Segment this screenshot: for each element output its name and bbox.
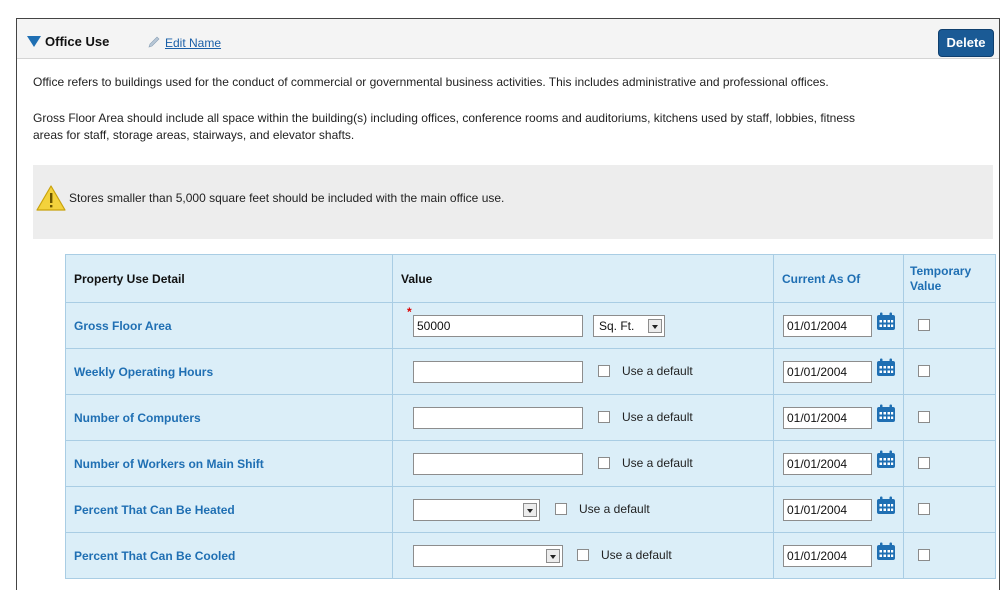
- number-of-computers-input[interactable]: [413, 407, 583, 429]
- header-current-as-of[interactable]: Current As Of: [773, 254, 904, 303]
- table-header-row: Property Use Detail Value Current As Of …: [65, 254, 996, 303]
- delete-button[interactable]: Delete: [938, 29, 994, 57]
- temporary-cell: [903, 302, 996, 349]
- gross-floor-area-input[interactable]: 50000: [413, 315, 583, 337]
- temporary-cell: [903, 532, 996, 579]
- use-default-checkbox[interactable]: [598, 365, 610, 377]
- use-default-label: Use a default: [622, 456, 693, 470]
- use-default-checkbox[interactable]: [577, 549, 589, 561]
- chevron-down-icon[interactable]: [648, 319, 662, 333]
- warning-icon: [36, 185, 66, 211]
- calendar-icon[interactable]: [876, 312, 896, 331]
- property-use-table: Property Use Detail Value Current As Of …: [65, 254, 996, 579]
- use-default-label: Use a default: [622, 410, 693, 424]
- chevron-down-icon[interactable]: [546, 549, 560, 563]
- temporary-value-checkbox[interactable]: [918, 503, 930, 515]
- header-temporary-value[interactable]: Temporary Value: [903, 254, 996, 303]
- table-row: Gross Floor Area * 50000 Sq. Ft. 01/01/2…: [65, 302, 996, 349]
- office-use-panel: Office Use Edit Name Delete Office refer…: [16, 18, 1000, 590]
- temporary-value-checkbox[interactable]: [918, 457, 930, 469]
- row-label-weekly-operating-hours[interactable]: Weekly Operating Hours: [65, 348, 393, 395]
- date-cell: 01/01/2004: [773, 440, 904, 487]
- row-label-number-of-workers[interactable]: Number of Workers on Main Shift: [65, 440, 393, 487]
- temporary-cell: [903, 486, 996, 533]
- chevron-down-icon[interactable]: [523, 503, 537, 517]
- calendar-icon[interactable]: [876, 496, 896, 515]
- use-default-checkbox[interactable]: [555, 503, 567, 515]
- percent-cooled-select[interactable]: [413, 545, 563, 567]
- date-cell: 01/01/2004: [773, 532, 904, 579]
- row-label-gross-floor-area[interactable]: Gross Floor Area: [65, 302, 393, 349]
- unit-select[interactable]: Sq. Ft.: [593, 315, 665, 337]
- date-input[interactable]: 01/01/2004: [783, 361, 872, 383]
- value-cell: Use a default: [392, 394, 774, 441]
- panel-header: Office Use Edit Name Delete: [17, 19, 999, 59]
- calendar-icon[interactable]: [876, 450, 896, 469]
- date-cell: 01/01/2004: [773, 302, 904, 349]
- table-row: Number of Computers Use a default 01/01/…: [65, 394, 996, 441]
- table-row: Percent That Can Be Cooled Use a default…: [65, 532, 996, 579]
- temporary-value-checkbox[interactable]: [918, 319, 930, 331]
- calendar-icon[interactable]: [876, 358, 896, 377]
- temporary-cell: [903, 440, 996, 487]
- table-row: Percent That Can Be Heated Use a default…: [65, 486, 996, 533]
- date-input[interactable]: 01/01/2004: [783, 315, 872, 337]
- unit-select-value: Sq. Ft.: [599, 319, 635, 333]
- edit-name-link[interactable]: Edit Name: [165, 36, 221, 50]
- number-of-workers-input[interactable]: [413, 453, 583, 475]
- date-cell: 01/01/2004: [773, 348, 904, 395]
- value-cell: Use a default: [392, 348, 774, 395]
- value-cell: * 50000 Sq. Ft.: [392, 302, 774, 349]
- use-default-label: Use a default: [601, 548, 672, 562]
- row-label-number-of-computers[interactable]: Number of Computers: [65, 394, 393, 441]
- collapse-triangle-icon[interactable]: [27, 36, 41, 47]
- value-cell: Use a default: [392, 532, 774, 579]
- percent-heated-select[interactable]: [413, 499, 540, 521]
- required-marker: *: [407, 305, 412, 319]
- use-default-checkbox[interactable]: [598, 457, 610, 469]
- panel-title: Office Use: [45, 34, 110, 49]
- table-row: Weekly Operating Hours Use a default 01/…: [65, 348, 996, 395]
- date-cell: 01/01/2004: [773, 486, 904, 533]
- value-cell: Use a default: [392, 440, 774, 487]
- table-row: Number of Workers on Main Shift Use a de…: [65, 440, 996, 487]
- date-input[interactable]: 01/01/2004: [783, 453, 872, 475]
- pencil-icon: [148, 36, 160, 48]
- date-input[interactable]: 01/01/2004: [783, 499, 872, 521]
- row-label-percent-cooled[interactable]: Percent That Can Be Cooled: [65, 532, 393, 579]
- weekly-operating-hours-input[interactable]: [413, 361, 583, 383]
- header-detail: Property Use Detail: [65, 254, 393, 303]
- description-gfa-line2: areas for staff, storage areas, stairway…: [33, 128, 355, 142]
- calendar-icon[interactable]: [876, 404, 896, 423]
- header-value: Value: [392, 254, 774, 303]
- calendar-icon[interactable]: [876, 542, 896, 561]
- row-label-percent-heated[interactable]: Percent That Can Be Heated: [65, 486, 393, 533]
- date-input[interactable]: 01/01/2004: [783, 545, 872, 567]
- temporary-value-checkbox[interactable]: [918, 549, 930, 561]
- temporary-cell: [903, 348, 996, 395]
- value-cell: Use a default: [392, 486, 774, 533]
- warning-text: Stores smaller than 5,000 square feet sh…: [69, 191, 505, 205]
- date-cell: 01/01/2004: [773, 394, 904, 441]
- description-office: Office refers to buildings used for the …: [33, 75, 829, 89]
- use-default-label: Use a default: [622, 364, 693, 378]
- temporary-value-checkbox[interactable]: [918, 411, 930, 423]
- header-temporary-line1: Temporary: [910, 263, 972, 278]
- temporary-value-checkbox[interactable]: [918, 365, 930, 377]
- temporary-cell: [903, 394, 996, 441]
- use-default-checkbox[interactable]: [598, 411, 610, 423]
- header-temporary-line2: Value: [910, 278, 942, 293]
- description-gfa-line1: Gross Floor Area should include all spac…: [33, 111, 855, 125]
- use-default-label: Use a default: [579, 502, 650, 516]
- date-input[interactable]: 01/01/2004: [783, 407, 872, 429]
